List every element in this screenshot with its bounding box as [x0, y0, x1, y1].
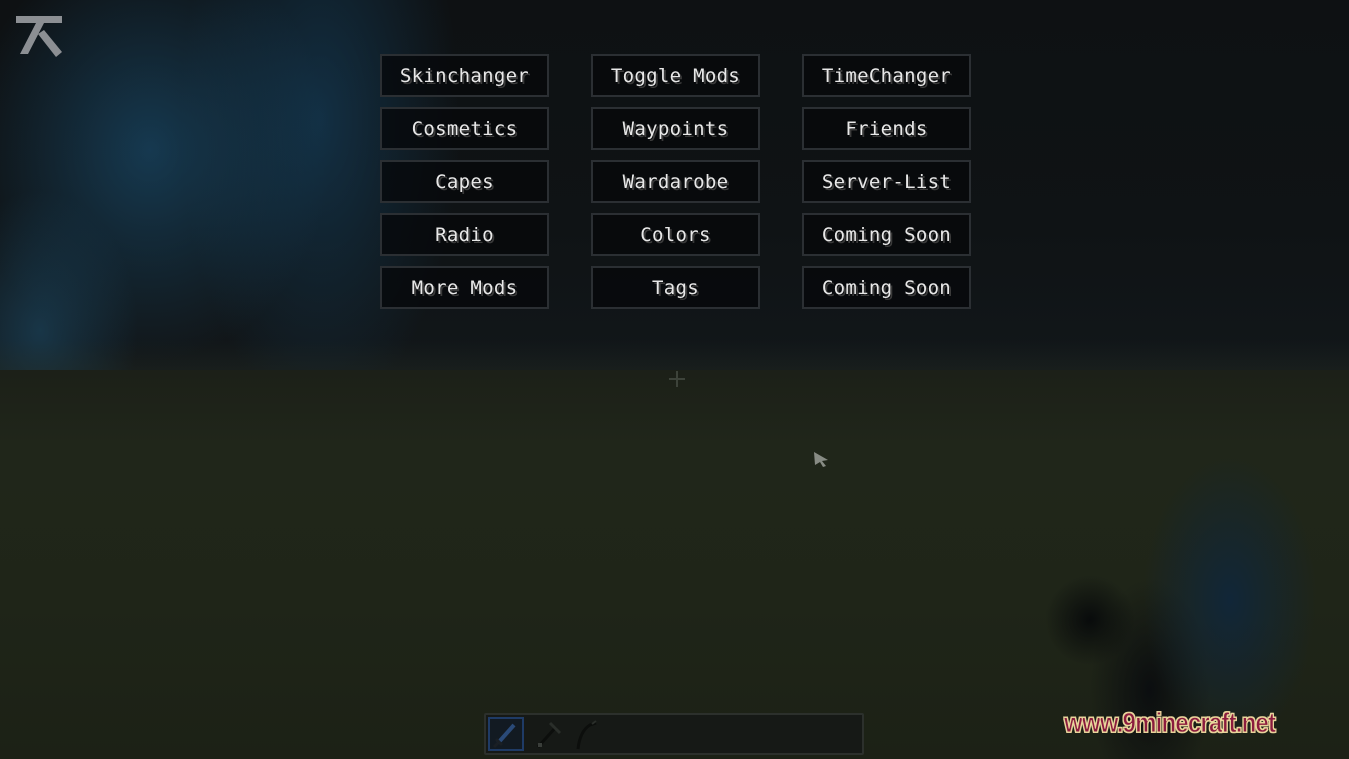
- sword-icon: [492, 723, 516, 749]
- coming-soon-button-1[interactable]: Coming Soon: [802, 213, 971, 256]
- waypoints-button[interactable]: Waypoints: [591, 107, 760, 150]
- capes-button[interactable]: Capes: [380, 160, 549, 203]
- timechanger-button[interactable]: TimeChanger: [802, 54, 971, 97]
- mod-menu-grid: Skinchanger Toggle Mods TimeChanger Cosm…: [380, 54, 971, 309]
- friends-button[interactable]: Friends: [802, 107, 971, 150]
- toggle-mods-button[interactable]: Toggle Mods: [591, 54, 760, 97]
- hotbar-slot-1[interactable]: [488, 717, 524, 751]
- mouse-cursor-icon: [814, 452, 828, 467]
- more-mods-button[interactable]: More Mods: [380, 266, 549, 309]
- server-list-button[interactable]: Server-List: [802, 160, 971, 203]
- wardrobe-button[interactable]: Wardarobe: [591, 160, 760, 203]
- fishing-rod-icon: [576, 720, 597, 750]
- radio-button[interactable]: Radio: [380, 213, 549, 256]
- watermark: www.9minecraft.net: [1064, 707, 1277, 739]
- skinchanger-button[interactable]: Skinchanger: [380, 54, 549, 97]
- colors-button[interactable]: Colors: [591, 213, 760, 256]
- tags-button[interactable]: Tags: [591, 266, 760, 309]
- client-logo-icon: [16, 16, 62, 57]
- crosshair-icon: [669, 371, 685, 387]
- cosmetics-button[interactable]: Cosmetics: [380, 107, 549, 150]
- hotbar: [484, 713, 864, 755]
- pickaxe-icon: [536, 721, 562, 749]
- hotbar-slot-2[interactable]: [530, 717, 566, 751]
- hotbar-slot-3[interactable]: [570, 717, 606, 751]
- coming-soon-button-2[interactable]: Coming Soon: [802, 266, 971, 309]
